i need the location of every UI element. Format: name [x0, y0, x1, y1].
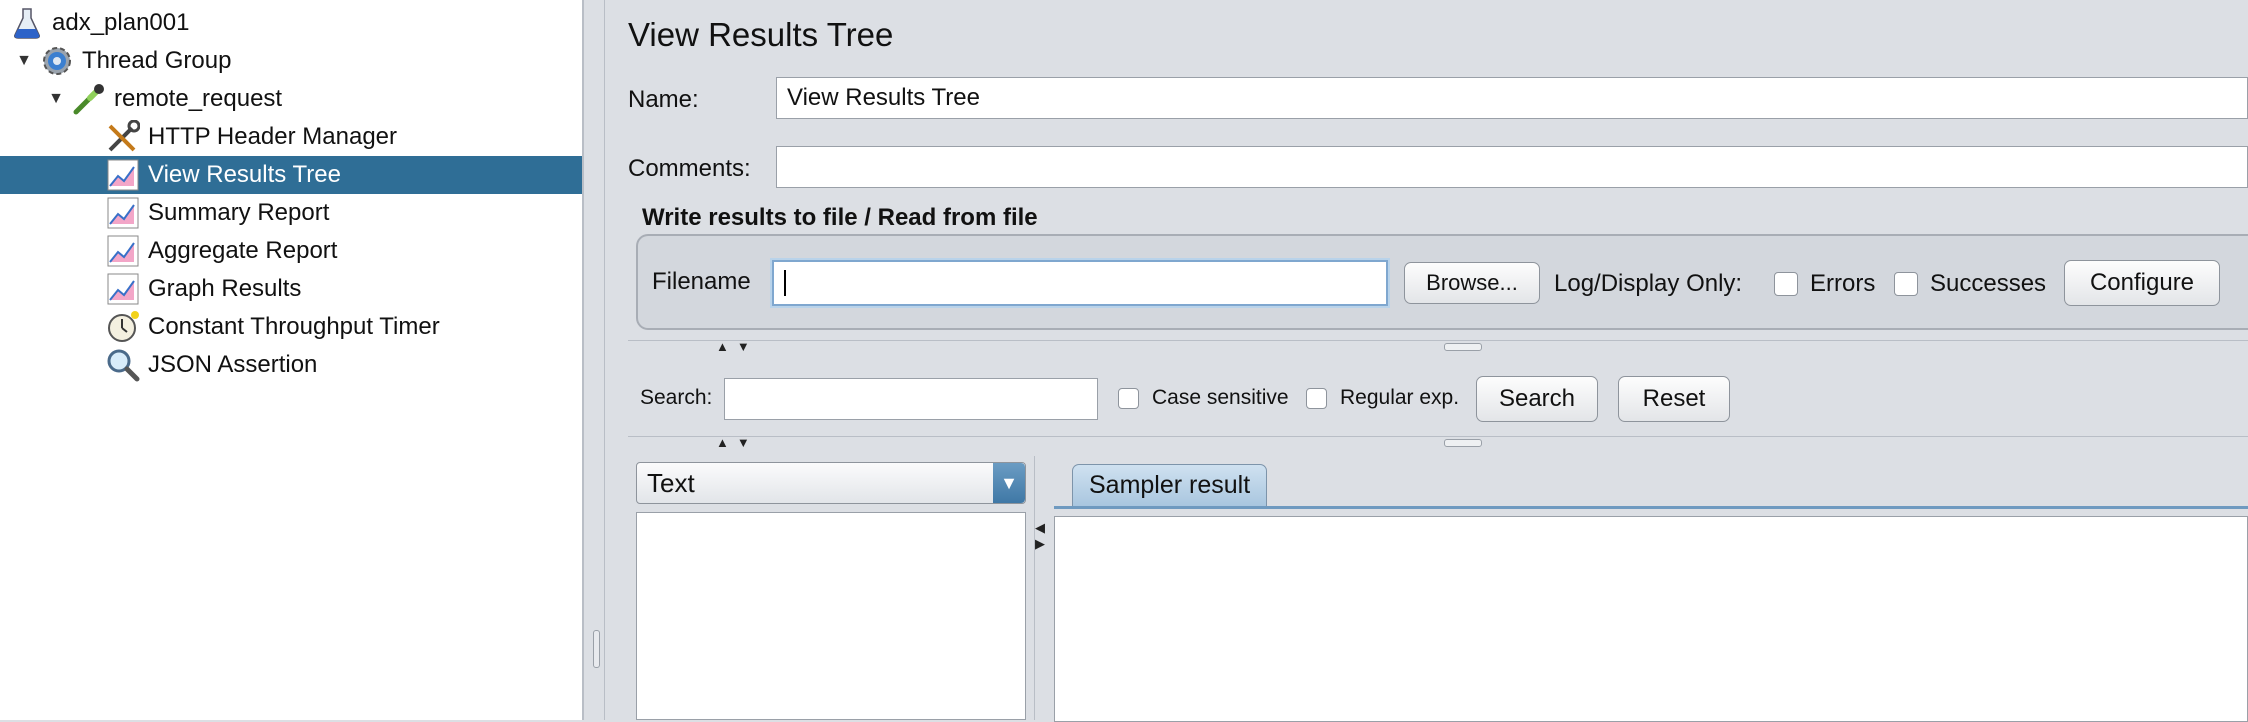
chart-listener-icon — [106, 234, 140, 268]
tree-item-remote-request[interactable]: ▼ remote_request — [0, 80, 582, 118]
case-sensitive-label: Case sensitive — [1152, 386, 1289, 409]
magnifier-icon — [106, 348, 140, 382]
successes-label: Successes — [1930, 270, 2047, 297]
expand-toggle-icon[interactable]: ▼ — [48, 90, 64, 108]
collapse-arrows-icon[interactable]: ▲▼ — [716, 339, 758, 354]
chart-listener-icon — [106, 272, 140, 306]
horizontal-splitter-1[interactable]: ▲▼ — [628, 339, 2248, 354]
tree-item-view-results-tree[interactable]: View Results Tree — [0, 156, 582, 194]
chevron-down-icon[interactable]: ▼ — [993, 463, 1025, 503]
split-pane-grip[interactable] — [593, 630, 600, 668]
page-title: View Results Tree — [628, 16, 894, 53]
vertical-splitter[interactable]: ◀ ▶ — [1034, 456, 1051, 720]
reset-button[interactable]: Reset — [1618, 376, 1730, 422]
split-pane-divider[interactable] — [584, 0, 605, 720]
case-sensitive-checkbox[interactable] — [1118, 388, 1139, 409]
tree-item-label: JSON Assertion — [148, 351, 318, 378]
results-tree-list[interactable] — [636, 512, 1026, 720]
name-input[interactable]: View Results Tree — [776, 77, 2248, 119]
regex-checkbox[interactable] — [1306, 388, 1327, 409]
renderer-selected-value: Text — [647, 467, 695, 498]
tree-item-test-plan[interactable]: adx_plan001 — [0, 4, 582, 42]
flask-icon — [10, 6, 44, 40]
errors-label: Errors — [1810, 270, 1876, 297]
renderer-select[interactable]: Text ▼ — [636, 462, 1026, 504]
tree-item-label: Aggregate Report — [148, 237, 338, 264]
configure-button[interactable]: Configure — [2064, 260, 2220, 306]
tree-item-label: adx_plan001 — [52, 9, 190, 36]
collapse-arrows-icon[interactable]: ▲▼ — [716, 435, 758, 450]
tree-item-http-header-manager[interactable]: HTTP Header Manager — [0, 118, 582, 156]
sampler-result-content[interactable] — [1054, 516, 2248, 722]
pipette-icon — [72, 82, 106, 116]
filename-label: Filename — [652, 268, 751, 295]
splitter-grip[interactable] — [1444, 439, 1482, 447]
tree-item-thread-group[interactable]: ▼ Thread Group — [0, 42, 582, 80]
text-cursor — [784, 270, 786, 296]
tab-sampler-result[interactable]: Sampler result — [1072, 464, 1268, 506]
test-plan-tree[interactable]: adx_plan001 ▼ Thread Group ▼ remote_requ… — [0, 0, 584, 720]
tree-item-summary-report[interactable]: Summary Report — [0, 194, 582, 232]
comments-input[interactable] — [776, 146, 2248, 188]
tools-icon — [106, 120, 140, 154]
filename-input[interactable] — [772, 260, 1388, 306]
tab-strip-underline — [1054, 506, 2248, 509]
collapse-left-right-icon[interactable]: ◀ ▶ — [1035, 520, 1045, 552]
log-display-only-label: Log/Display Only: — [1554, 270, 1743, 297]
errors-checkbox[interactable] — [1774, 272, 1798, 296]
chart-listener-icon — [106, 196, 140, 230]
search-input[interactable] — [724, 378, 1098, 420]
file-options-group: Filename Browse... Log/Display Only: Err… — [636, 234, 2248, 330]
tree-item-label: Summary Report — [148, 199, 330, 226]
horizontal-splitter-2[interactable]: ▲▼ — [628, 435, 2248, 450]
tree-item-constant-throughput-timer[interactable]: Constant Throughput Timer — [0, 308, 582, 346]
tree-item-aggregate-report[interactable]: Aggregate Report — [0, 232, 582, 270]
search-label: Search: — [640, 386, 713, 409]
browse-button[interactable]: Browse... — [1404, 262, 1540, 304]
comments-label: Comments: — [628, 155, 751, 182]
tree-item-graph-results[interactable]: Graph Results — [0, 270, 582, 308]
successes-checkbox[interactable] — [1894, 272, 1918, 296]
search-button[interactable]: Search — [1476, 376, 1598, 422]
gear-icon — [40, 44, 74, 78]
tree-item-label: Constant Throughput Timer — [148, 313, 440, 340]
tree-item-label: remote_request — [114, 85, 283, 112]
tree-item-label: Graph Results — [148, 275, 302, 302]
tree-item-label: HTTP Header Manager — [148, 123, 397, 150]
expand-toggle-icon[interactable]: ▼ — [16, 52, 32, 70]
stopwatch-icon — [106, 310, 140, 344]
name-label: Name: — [628, 86, 699, 113]
regex-label: Regular exp. — [1340, 386, 1460, 409]
splitter-grip[interactable] — [1444, 343, 1482, 351]
tree-item-json-assertion[interactable]: JSON Assertion — [0, 346, 582, 384]
view-results-tree-panel: View Results Tree Name: View Results Tre… — [606, 0, 2248, 722]
tree-item-label: View Results Tree — [148, 161, 341, 188]
tree-item-label: Thread Group — [82, 47, 232, 74]
chart-listener-icon — [106, 158, 140, 192]
file-section-title: Write results to file / Read from file — [642, 204, 1038, 231]
